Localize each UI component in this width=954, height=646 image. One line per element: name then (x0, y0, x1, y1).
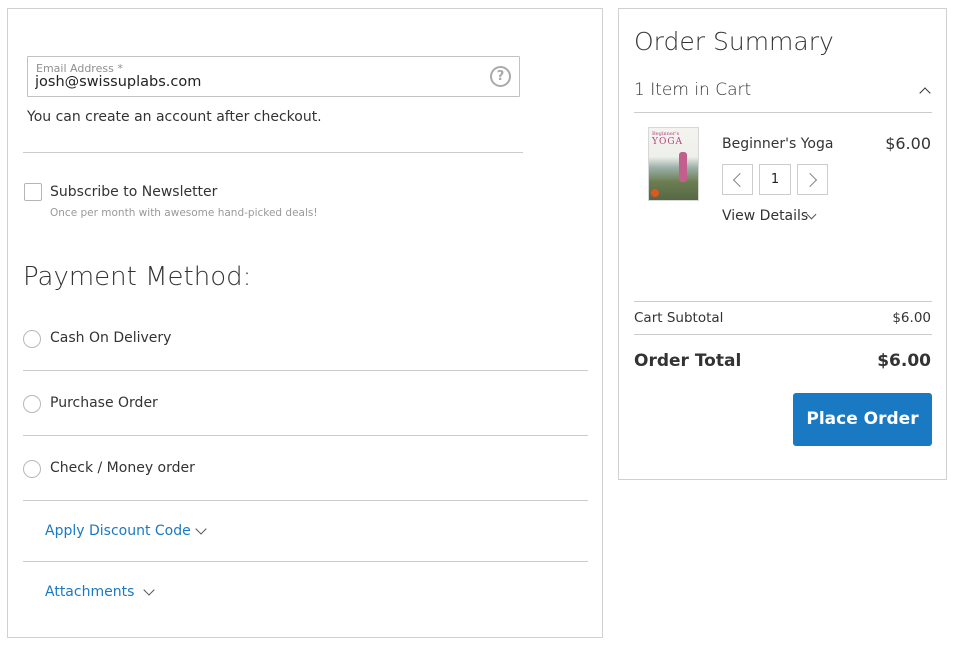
email-input[interactable] (35, 74, 475, 90)
cart-subtotal-value: $6.00 (892, 310, 931, 326)
radio-button[interactable] (23, 395, 41, 413)
order-total-label: Order Total (634, 351, 742, 371)
newsletter-note: Once per month with awesome hand-picked … (50, 207, 318, 219)
payment-option-label: Check / Money order (50, 460, 195, 476)
cart-subtotal-label: Cart Subtotal (634, 310, 724, 326)
newsletter-checkbox[interactable] (24, 183, 42, 201)
badge-icon (651, 189, 659, 197)
order-total-value: $6.00 (877, 351, 931, 371)
chevron-down-icon (195, 523, 207, 535)
order-summary-title: Order Summary (634, 27, 834, 56)
chevron-left-icon (732, 172, 748, 188)
chevron-right-icon (802, 172, 818, 188)
account-note: You can create an account after checkout… (27, 109, 322, 125)
payment-option-check-money-order[interactable]: Check / Money order (23, 436, 588, 501)
divider (634, 301, 932, 302)
email-field[interactable]: Email Address * ? (27, 56, 520, 97)
newsletter-label[interactable]: Subscribe to Newsletter (50, 184, 217, 200)
apply-discount-code-label: Apply Discount Code (45, 523, 191, 539)
chevron-down-icon (143, 584, 155, 596)
thumbnail-caption-big: YOGA (652, 137, 684, 147)
help-icon[interactable]: ? (490, 66, 511, 87)
payment-option-purchase-order[interactable]: Purchase Order (23, 371, 588, 436)
payment-option-label: Cash On Delivery (50, 330, 172, 346)
radio-button[interactable] (23, 330, 41, 348)
items-in-cart-toggle[interactable]: 1 Item in Cart (634, 80, 751, 100)
payment-option-cash-on-delivery[interactable]: Cash On Delivery (23, 306, 588, 371)
apply-discount-code-toggle[interactable]: Apply Discount Code (23, 501, 588, 562)
divider (634, 334, 932, 335)
product-thumbnail: Beginner's YOGA (648, 127, 699, 201)
attachments-toggle[interactable]: Attachments (23, 562, 588, 622)
divider (634, 112, 932, 113)
chevron-up-icon[interactable] (919, 87, 931, 99)
payment-option-label: Purchase Order (50, 395, 158, 411)
product-price: $6.00 (885, 134, 931, 153)
qty-increase-button[interactable] (797, 164, 828, 195)
place-order-button[interactable]: Place Order (793, 393, 932, 446)
qty-input[interactable] (759, 164, 791, 195)
attachments-label: Attachments (45, 584, 135, 600)
checkout-form-panel: Email Address * ? You can create an acco… (7, 8, 603, 638)
order-summary-panel: Order Summary 1 Item in Cart Beginner's … (618, 8, 947, 480)
qty-decrease-button[interactable] (722, 164, 753, 195)
view-details-toggle[interactable]: View Details (722, 208, 808, 224)
divider (23, 152, 523, 153)
yoga-figure-icon (679, 152, 687, 182)
radio-button[interactable] (23, 460, 41, 478)
product-name: Beginner's Yoga (722, 136, 834, 152)
payment-method-title: Payment Method: (23, 262, 252, 292)
